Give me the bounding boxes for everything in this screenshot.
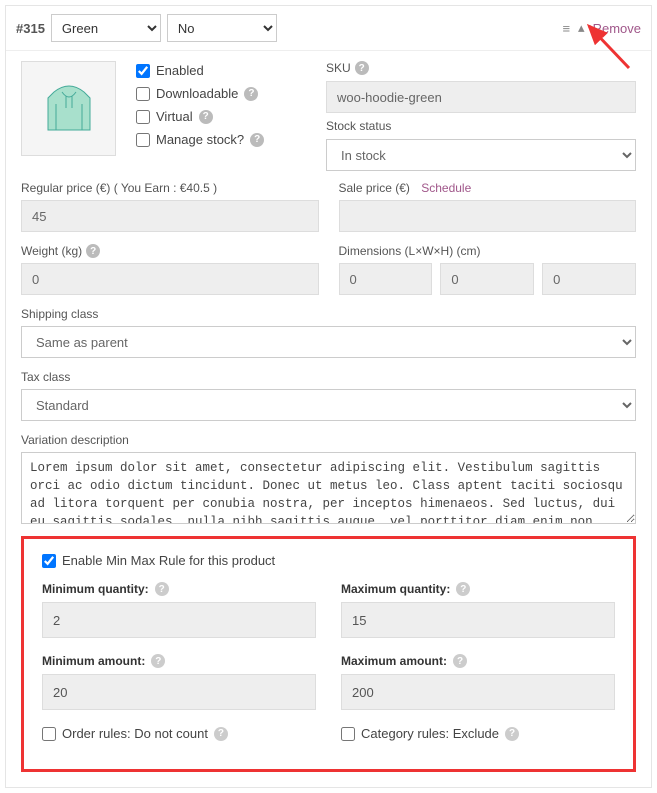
reorder-icon[interactable]: ≡ xyxy=(562,21,570,36)
min-qty-input[interactable] xyxy=(42,602,316,638)
help-icon[interactable]: ? xyxy=(244,87,258,101)
variation-header: #315 Green No ≡ ▴ Remove xyxy=(6,6,651,51)
help-icon[interactable]: ? xyxy=(250,133,264,147)
variation-description-label: Variation description xyxy=(21,433,636,447)
min-qty-label: Minimum quantity: ? xyxy=(42,582,316,596)
enable-minmax-checkbox[interactable] xyxy=(42,554,56,568)
tax-class-select[interactable]: Standard xyxy=(21,389,636,421)
enable-minmax-label: Enable Min Max Rule for this product xyxy=(62,553,275,568)
shipping-class-select[interactable]: Same as parent xyxy=(21,326,636,358)
order-rules-label: Order rules: Do not count xyxy=(62,726,208,741)
max-qty-label: Maximum quantity: ? xyxy=(341,582,615,596)
dimensions-label: Dimensions (L×W×H) (cm) xyxy=(339,244,637,258)
virtual-label: Virtual xyxy=(156,109,193,124)
category-rules-label: Category rules: Exclude xyxy=(361,726,499,741)
remove-link[interactable]: Remove xyxy=(593,21,641,36)
sale-price-label: Sale price (€) Schedule xyxy=(339,181,637,195)
downloadable-checkbox[interactable] xyxy=(136,87,150,101)
manage-stock-label: Manage stock? xyxy=(156,132,244,147)
variation-description-textarea[interactable] xyxy=(21,452,636,524)
help-icon[interactable]: ? xyxy=(199,110,213,124)
enabled-checkbox[interactable] xyxy=(136,64,150,78)
width-input[interactable] xyxy=(440,263,534,295)
stock-status-label: Stock status xyxy=(326,119,636,133)
regular-price-label: Regular price (€) ( You Earn : €40.5 ) xyxy=(21,181,319,195)
height-input[interactable] xyxy=(542,263,636,295)
category-rules-row[interactable]: Category rules: Exclude ? xyxy=(341,726,615,741)
variation-panel: #315 Green No ≡ ▴ Remove xyxy=(5,5,652,788)
enabled-label: Enabled xyxy=(156,63,204,78)
regular-price-input[interactable] xyxy=(21,200,319,232)
sale-price-input[interactable] xyxy=(339,200,637,232)
variation-image[interactable] xyxy=(21,61,116,156)
attribute-select-1[interactable]: Green xyxy=(51,14,161,42)
weight-input[interactable] xyxy=(21,263,319,295)
downloadable-checkbox-row[interactable]: Downloadable ? xyxy=(136,86,306,101)
help-icon[interactable]: ? xyxy=(456,582,470,596)
enabled-checkbox-row[interactable]: Enabled xyxy=(136,63,306,78)
max-qty-input[interactable] xyxy=(341,602,615,638)
virtual-checkbox-row[interactable]: Virtual ? xyxy=(136,109,306,124)
schedule-link[interactable]: Schedule xyxy=(421,181,471,195)
min-max-box: Enable Min Max Rule for this product Min… xyxy=(21,536,636,772)
help-icon[interactable]: ? xyxy=(453,654,467,668)
order-rules-checkbox[interactable] xyxy=(42,727,56,741)
max-amt-label: Maximum amount: ? xyxy=(341,654,615,668)
downloadable-label: Downloadable xyxy=(156,86,238,101)
max-amt-input[interactable] xyxy=(341,674,615,710)
help-icon[interactable]: ? xyxy=(151,654,165,668)
virtual-checkbox[interactable] xyxy=(136,110,150,124)
order-rules-row[interactable]: Order rules: Do not count ? xyxy=(42,726,316,741)
category-rules-checkbox[interactable] xyxy=(341,727,355,741)
manage-stock-checkbox[interactable] xyxy=(136,133,150,147)
hoodie-icon xyxy=(34,74,104,144)
variation-id: #315 xyxy=(16,21,45,36)
weight-label: Weight (kg) ? xyxy=(21,244,319,258)
length-input[interactable] xyxy=(339,263,433,295)
min-amt-label: Minimum amount: ? xyxy=(42,654,316,668)
sku-label: SKU ? xyxy=(326,61,636,75)
attribute-select-2[interactable]: No xyxy=(167,14,277,42)
help-icon[interactable]: ? xyxy=(505,727,519,741)
collapse-icon[interactable]: ▴ xyxy=(578,20,585,36)
help-icon[interactable]: ? xyxy=(86,244,100,258)
variation-body: Enabled Downloadable ? Virtual ? Manage … xyxy=(6,51,651,787)
shipping-class-label: Shipping class xyxy=(21,307,636,321)
enable-minmax-row[interactable]: Enable Min Max Rule for this product xyxy=(42,553,615,568)
min-amt-input[interactable] xyxy=(42,674,316,710)
stock-status-select[interactable]: In stock xyxy=(326,139,636,171)
tax-class-label: Tax class xyxy=(21,370,636,384)
help-icon[interactable]: ? xyxy=(355,61,369,75)
sku-input[interactable] xyxy=(326,81,636,113)
manage-stock-checkbox-row[interactable]: Manage stock? ? xyxy=(136,132,306,147)
help-icon[interactable]: ? xyxy=(155,582,169,596)
help-icon[interactable]: ? xyxy=(214,727,228,741)
